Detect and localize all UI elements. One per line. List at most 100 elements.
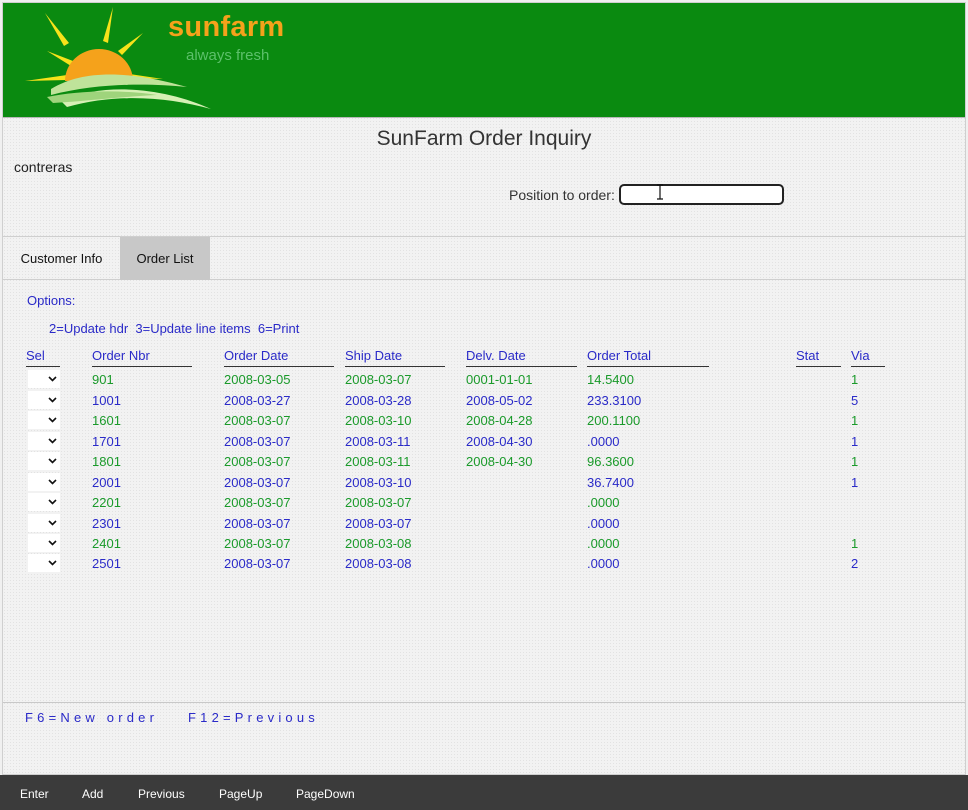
brand-tagline: always fresh	[186, 47, 270, 64]
cell-via: 1	[851, 434, 859, 449]
row-select-dropdown[interactable]	[28, 554, 60, 572]
cell-order-nbr: 1701	[92, 434, 121, 449]
row-select-dropdown[interactable]	[28, 473, 60, 491]
tab-order-list[interactable]: Order List	[120, 237, 210, 280]
row-select-dropdown[interactable]	[28, 391, 60, 409]
page-down-button[interactable]: PageDown	[296, 787, 355, 801]
cell-order-nbr: 2001	[92, 475, 121, 490]
cell-via: 1	[851, 454, 859, 469]
cell-order-date: 2008-03-07	[224, 454, 291, 469]
col-header-order-nbr: Order Nbr	[92, 348, 192, 367]
col-header-via: Via	[851, 348, 885, 367]
app-frame: sunfarm always fresh SunFarm Order Inqui…	[2, 2, 966, 775]
user-name: contreras	[14, 159, 73, 175]
chevron-down-icon	[48, 540, 57, 546]
row-select-dropdown[interactable]	[28, 452, 60, 470]
position-label: Position to order:	[509, 187, 615, 203]
cell-ship-date: 2008-03-07	[345, 516, 412, 531]
cell-order-total: .0000	[587, 516, 620, 531]
chevron-down-icon	[48, 499, 57, 505]
cell-order-nbr: 1001	[92, 393, 121, 408]
table-row: 1701 2008-03-07 2008-03-11 2008-04-30 .0…	[3, 432, 965, 452]
cell-ship-date: 2008-03-08	[345, 536, 412, 551]
table-row: 1801 2008-03-07 2008-03-11 2008-04-30 96…	[3, 452, 965, 472]
row-select-dropdown[interactable]	[28, 432, 60, 450]
col-header-delv-date: Delv. Date	[466, 348, 577, 367]
chevron-down-icon	[48, 520, 57, 526]
cell-ship-date: 2008-03-11	[345, 434, 411, 449]
position-to-order-input[interactable]	[619, 184, 784, 205]
cell-delv-date: 2008-04-28	[466, 413, 533, 428]
cell-ship-date: 2008-03-07	[345, 372, 412, 387]
text-cursor-icon	[657, 184, 663, 200]
cell-delv-date: 0001-01-01	[466, 372, 533, 387]
cell-via: 1	[851, 536, 859, 551]
cell-order-total: 36.7400	[587, 475, 634, 490]
enter-button[interactable]: Enter	[20, 787, 49, 801]
cell-order-nbr: 2401	[92, 536, 121, 551]
cell-order-total: .0000	[587, 556, 620, 571]
cell-delv-date: 2008-04-30	[466, 454, 533, 469]
app-header: sunfarm always fresh	[3, 3, 965, 118]
cell-via: 2	[851, 556, 859, 571]
f6-new-order-key[interactable]: F6=New order	[25, 710, 158, 725]
cell-order-nbr: 1601	[92, 413, 121, 428]
f12-previous-key[interactable]: F12=Previous	[188, 710, 319, 725]
command-bar: Enter Add Previous PageUp PageDown	[0, 775, 968, 810]
table-row: 2001 2008-03-07 2008-03-10 36.7400 1	[3, 473, 965, 493]
cell-order-total: 200.1100	[587, 413, 641, 428]
cell-order-date: 2008-03-27	[224, 393, 291, 408]
cell-ship-date: 2008-03-10	[345, 475, 412, 490]
col-header-ship-date: Ship Date	[345, 348, 445, 367]
tab-customer-info[interactable]: Customer Info	[3, 237, 120, 280]
cell-order-total: .0000	[587, 434, 620, 449]
table-row: 1601 2008-03-07 2008-03-10 2008-04-28 20…	[3, 411, 965, 431]
cell-via: 1	[851, 475, 859, 490]
cell-via: 1	[851, 413, 859, 428]
table-row: 1001 2008-03-27 2008-03-28 2008-05-02 23…	[3, 391, 965, 411]
row-select-dropdown[interactable]	[28, 411, 60, 429]
row-select-dropdown[interactable]	[28, 493, 60, 511]
chevron-down-icon	[48, 397, 57, 403]
cell-delv-date: 2008-05-02	[466, 393, 533, 408]
cell-via: 1	[851, 372, 859, 387]
add-button[interactable]: Add	[82, 787, 103, 801]
cell-order-nbr: 2501	[92, 556, 121, 571]
cell-ship-date: 2008-03-11	[345, 454, 411, 469]
cell-order-total: 96.3600	[587, 454, 634, 469]
previous-button[interactable]: Previous	[138, 787, 185, 801]
page-up-button[interactable]: PageUp	[219, 787, 262, 801]
cell-ship-date: 2008-03-07	[345, 495, 412, 510]
function-key-bar: F6=New order F12=Previous	[3, 702, 965, 732]
chevron-down-icon	[48, 479, 57, 485]
row-select-dropdown[interactable]	[28, 370, 60, 388]
cell-ship-date: 2008-03-10	[345, 413, 412, 428]
cell-delv-date: 2008-04-30	[466, 434, 533, 449]
table-row: 2201 2008-03-07 2008-03-07 .0000	[3, 493, 965, 513]
cell-order-nbr: 1801	[92, 454, 121, 469]
cell-order-date: 2008-03-07	[224, 495, 291, 510]
cell-order-date: 2008-03-07	[224, 516, 291, 531]
cell-via: 5	[851, 393, 859, 408]
chevron-down-icon	[48, 560, 57, 566]
cell-order-total: 233.3100	[587, 393, 642, 408]
table-row: 2501 2008-03-07 2008-03-08 .0000 2	[3, 554, 965, 574]
cell-order-nbr: 901	[92, 372, 114, 387]
cell-ship-date: 2008-03-28	[345, 393, 412, 408]
table-row: 901 2008-03-05 2008-03-07 0001-01-01 14.…	[3, 370, 965, 390]
col-header-order-total: Order Total	[587, 348, 709, 367]
cell-order-nbr: 2301	[92, 516, 121, 531]
row-select-dropdown[interactable]	[28, 534, 60, 552]
col-header-stat: Stat	[796, 348, 841, 367]
cell-order-nbr: 2201	[92, 495, 121, 510]
table-row: 2301 2008-03-07 2008-03-07 .0000	[3, 514, 965, 534]
row-select-dropdown[interactable]	[28, 514, 60, 532]
chevron-down-icon	[48, 376, 57, 382]
cell-order-date: 2008-03-07	[224, 413, 291, 428]
options-label: Options:	[27, 293, 76, 308]
cell-order-date: 2008-03-07	[224, 434, 291, 449]
chevron-down-icon	[48, 417, 57, 423]
cell-order-total: 14.5400	[587, 372, 634, 387]
brand-name: sunfarm	[168, 11, 285, 43]
tab-bar: Customer Info Order List	[3, 236, 965, 280]
